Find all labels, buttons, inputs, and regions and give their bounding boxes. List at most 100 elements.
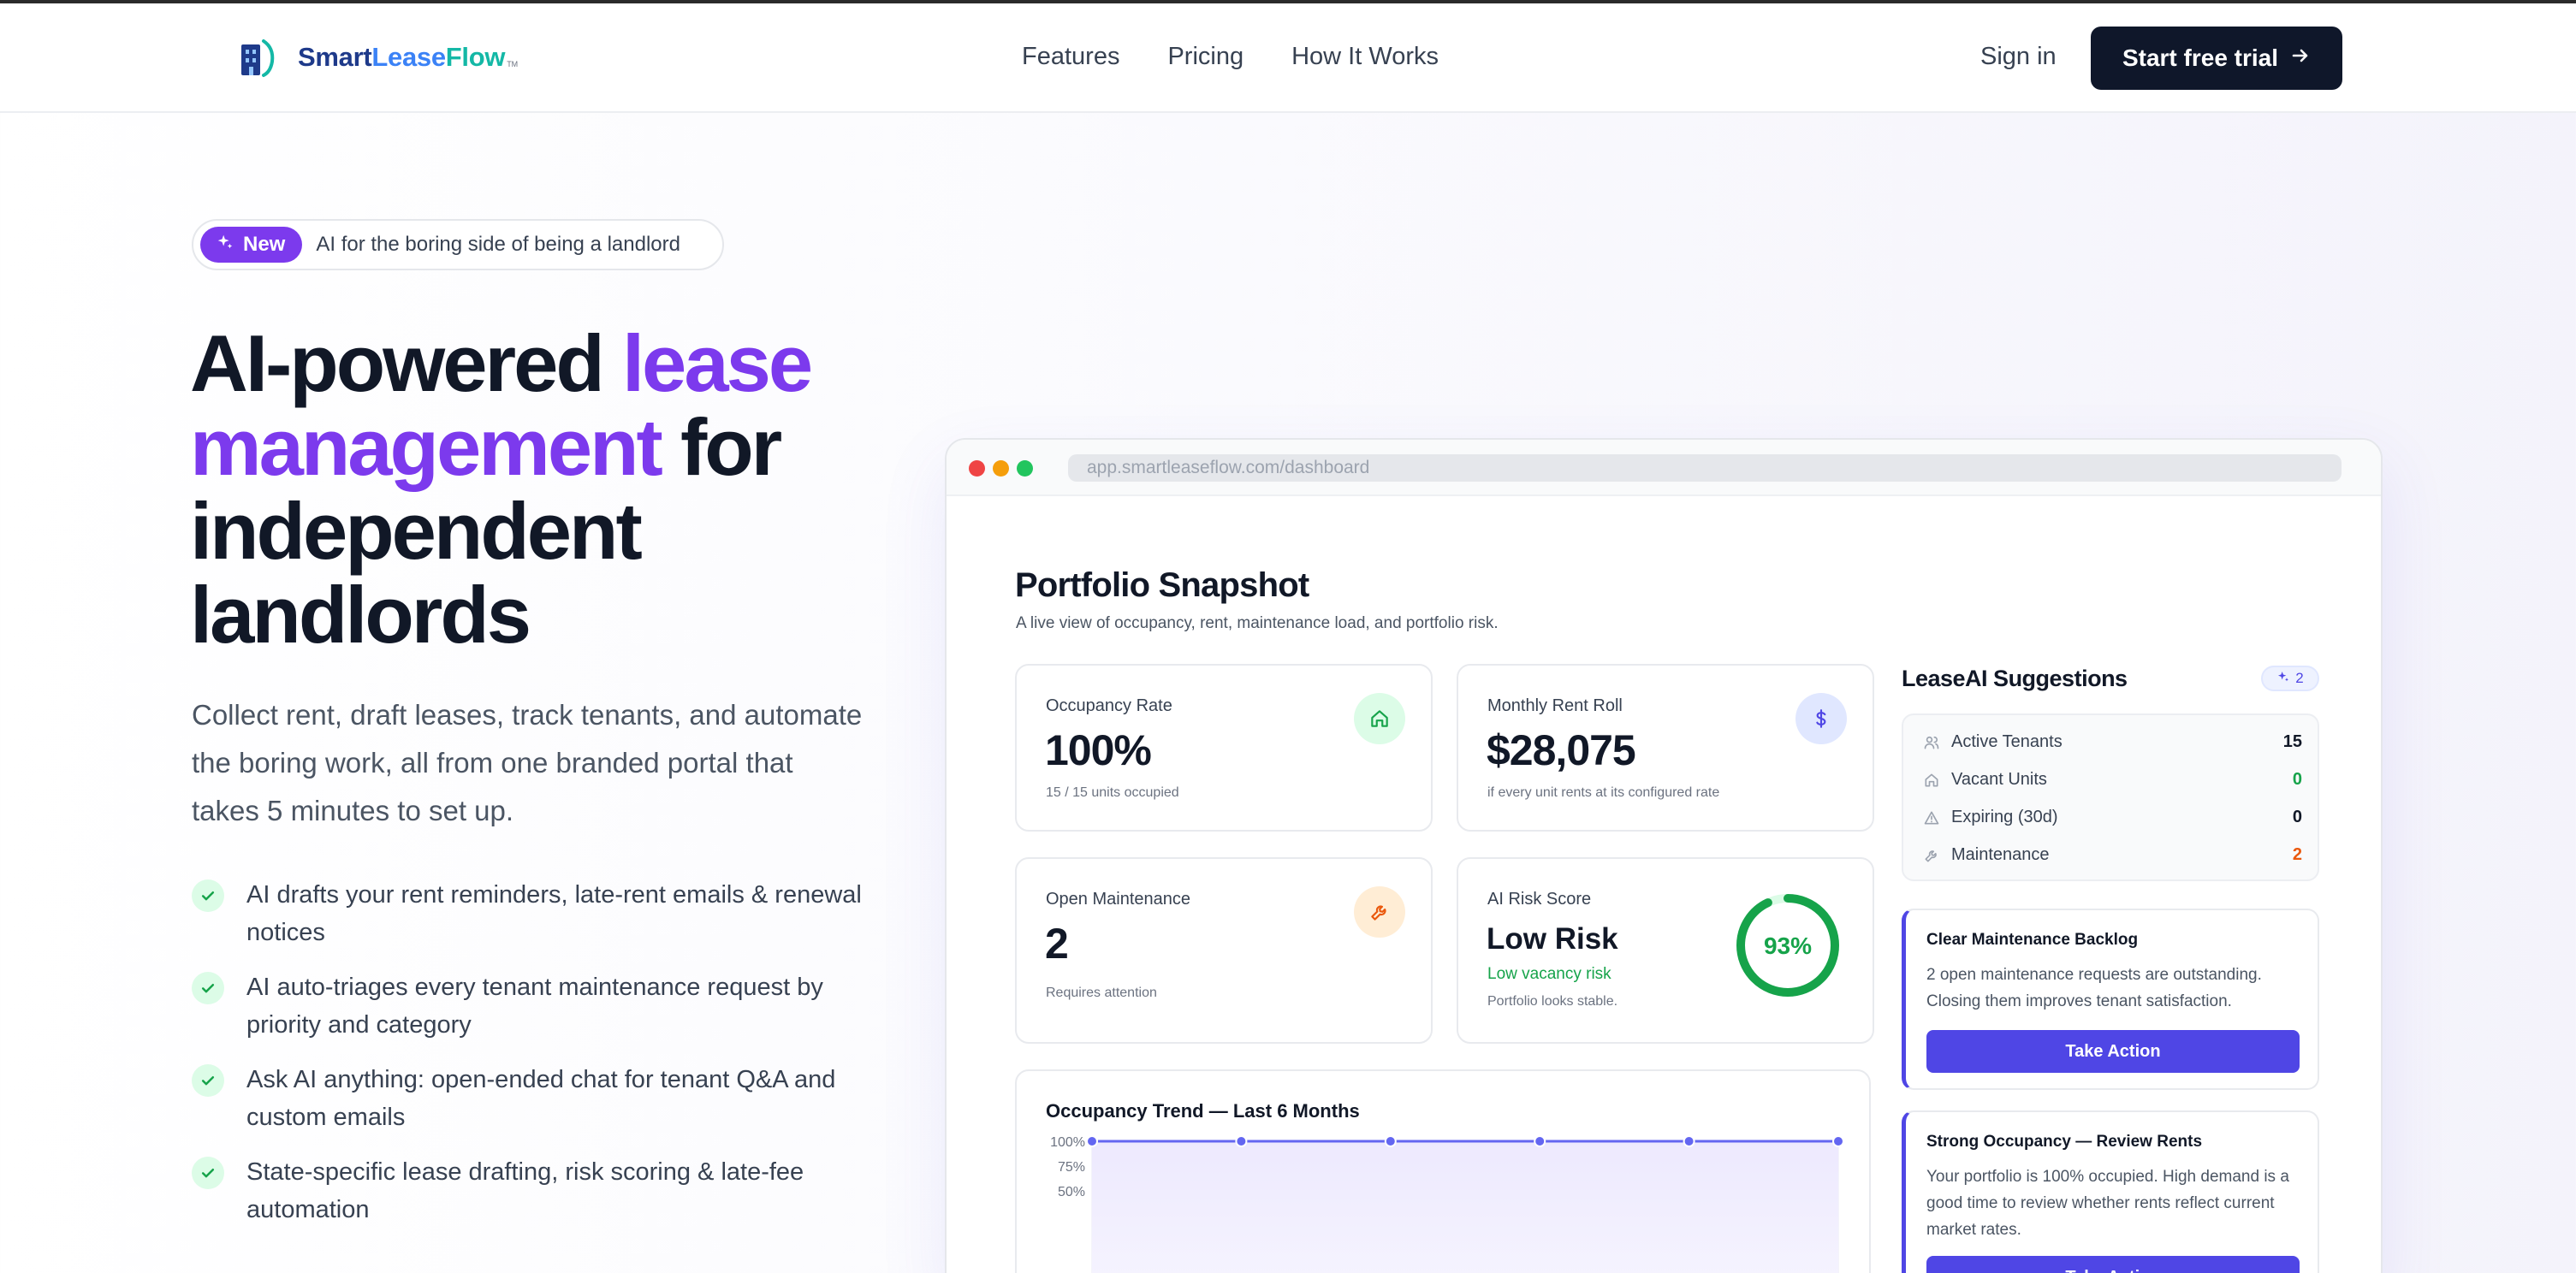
nav-link-features[interactable]: Features: [1022, 43, 1119, 71]
stat-value: 15: [2282, 732, 2302, 751]
check-icon: [192, 879, 224, 912]
card-note: Requires attention: [1046, 986, 1157, 1000]
trademark: TM: [507, 60, 519, 68]
data-point: [1235, 1135, 1248, 1147]
home-icon: [1354, 693, 1405, 744]
risk-tag: Low vacancy risk: [1487, 965, 1611, 983]
building-logo-icon: [238, 36, 277, 79]
y-tick-label: 75%: [1058, 1160, 1085, 1175]
warning-icon: [1922, 808, 1941, 827]
wrench-icon: [1354, 886, 1405, 938]
close-dot-icon: [969, 460, 985, 477]
risk-value: Low Risk: [1487, 922, 1618, 956]
feature-text: AI drafts your rent reminders, late-rent…: [246, 881, 862, 946]
sparkle-icon: [216, 233, 234, 258]
card-label: Monthly Rent Roll: [1487, 696, 1623, 715]
sign-in-link[interactable]: Sign in: [1980, 43, 2057, 71]
feature-text: AI auto-triages every tenant maintenance…: [246, 974, 823, 1039]
dashboard-title: Portfolio Snapshot: [1015, 566, 1309, 604]
new-badge: New: [200, 227, 303, 263]
take-action-button[interactable]: Take Action: [1926, 1256, 2300, 1273]
users-icon: [1922, 733, 1941, 752]
list-item: Ask AI anything: open-ended chat for ten…: [192, 1061, 893, 1136]
brand-logo[interactable]: SmartLeaseFlow TM: [238, 36, 518, 79]
badge-count: 2: [2295, 670, 2304, 686]
card-note: Portfolio looks stable.: [1487, 994, 1618, 1009]
pill-text: AI for the boring side of being a landlo…: [316, 233, 680, 256]
suggestion-card: Strong Occupancy — Review Rents Your por…: [1902, 1110, 2319, 1273]
feature-text: Ask AI anything: open-ended chat for ten…: [246, 1066, 836, 1131]
address-bar: app.smartleaseflow.com/dashboard: [1068, 454, 2342, 482]
home-icon: [1922, 771, 1941, 790]
data-point: [1384, 1135, 1397, 1147]
top-nav: SmartLeaseFlow TM Features Pricing How I…: [0, 3, 2576, 113]
maximize-dot-icon: [1017, 460, 1033, 477]
card-label: Occupancy Rate: [1046, 696, 1172, 715]
data-point: [1832, 1135, 1844, 1147]
suggestion-title: Clear Maintenance Backlog: [1926, 931, 2139, 949]
announcement-pill[interactable]: New AI for the boring side of being a la…: [192, 219, 724, 270]
wrench-icon: [1922, 846, 1941, 865]
suggestion-body: Your portfolio is 100% occupied. High de…: [1926, 1168, 2289, 1239]
stat-vacant-units: Vacant Units 0: [1922, 770, 2302, 790]
y-tick-label: 100%: [1050, 1135, 1085, 1150]
stat-maintenance: Maintenance 2: [1922, 845, 2302, 865]
sparkle-icon: [2276, 670, 2290, 688]
start-free-trial-button[interactable]: Start free trial: [2091, 27, 2342, 90]
nav-link-pricing[interactable]: Pricing: [1167, 43, 1243, 71]
card-label: AI Risk Score: [1487, 890, 1592, 909]
stat-active-tenants: Active Tenants 15: [1922, 732, 2302, 752]
feature-list: AI drafts your rent reminders, late-rent…: [192, 876, 893, 1246]
check-icon: [192, 1064, 224, 1097]
occupancy-trend-chart: 100% 75% 50%: [1050, 1135, 1844, 1273]
hero-subtitle: Collect rent, draft leases, track tenant…: [192, 699, 863, 826]
gauge-label: 93%: [1764, 933, 1812, 959]
occupancy-area: [1092, 1141, 1838, 1273]
y-tick-label: 50%: [1058, 1185, 1085, 1199]
list-item: AI auto-triages every tenant maintenance…: [192, 968, 893, 1044]
maintenance-card: Open Maintenance 2 Requires attention: [1015, 857, 1433, 1044]
suggestion-body: 2 open maintenance requests are outstand…: [1926, 966, 2262, 1010]
stat-label: Expiring (30d): [1951, 808, 2058, 826]
data-point: [1086, 1135, 1098, 1147]
card-value: 2: [1045, 920, 1069, 968]
list-item: State-specific lease drafting, risk scor…: [192, 1153, 893, 1229]
stat-label: Vacant Units: [1951, 770, 2047, 789]
stat-value: 2: [2292, 845, 2302, 864]
list-item: AI drafts your rent reminders, late-rent…: [192, 876, 893, 951]
check-icon: [192, 1157, 224, 1189]
stat-value: 0: [2292, 808, 2302, 826]
dashboard-subtitle: A live view of occupancy, rent, maintena…: [1016, 614, 1499, 632]
rent-roll-card: Monthly Rent Roll $28,075 if every unit …: [1457, 664, 1874, 832]
cta-label: Start free trial: [2122, 44, 2279, 71]
new-badge-label: New: [243, 233, 286, 256]
suggestion-card: Clear Maintenance Backlog 2 open mainten…: [1902, 909, 2319, 1090]
brand-name: SmartLeaseFlow: [298, 42, 506, 72]
occupancy-trend-card: Occupancy Trend — Last 6 Months 100% 75% 5…: [1015, 1069, 1871, 1273]
portfolio-stats: Active Tenants 15 Vacant Units 0 Expirin…: [1902, 713, 2319, 881]
risk-gauge: 93%: [1736, 894, 1839, 997]
browser-toolbar: app.smartleaseflow.com/dashboard: [947, 440, 2381, 496]
dashboard-preview-window: app.smartleaseflow.com/dashboard Portfol…: [945, 438, 2383, 1273]
card-note: 15 / 15 units occupied: [1046, 785, 1179, 800]
suggestions-count-badge[interactable]: 2: [2261, 666, 2319, 691]
occupancy-card: Occupancy Rate 100% 15 / 15 units occupi…: [1015, 664, 1433, 832]
nav-link-how-it-works[interactable]: How It Works: [1291, 43, 1439, 71]
arrow-right-icon: [2290, 44, 2311, 72]
card-value: $28,075: [1487, 726, 1636, 774]
stat-label: Maintenance: [1951, 845, 2050, 864]
hero-title: AI-powered lease management for independ…: [190, 318, 813, 660]
dollar-icon: [1795, 693, 1847, 744]
card-note: if every unit rents at its configured ra…: [1487, 785, 1720, 800]
feature-text: State-specific lease drafting, risk scor…: [246, 1158, 804, 1223]
suggestion-title: Strong Occupancy — Review Rents: [1926, 1133, 2203, 1151]
take-action-button[interactable]: Take Action: [1926, 1030, 2300, 1073]
data-point: [1534, 1135, 1546, 1147]
check-icon: [192, 972, 224, 1004]
risk-score-card: AI Risk Score Low Risk Low vacancy risk …: [1457, 857, 1874, 1044]
data-point: [1683, 1135, 1695, 1147]
nav-links: Features Pricing How It Works: [1022, 43, 1439, 71]
card-label: Open Maintenance: [1046, 890, 1191, 909]
card-value: 100%: [1045, 726, 1152, 774]
stat-expiring: Expiring (30d) 0: [1922, 808, 2302, 827]
